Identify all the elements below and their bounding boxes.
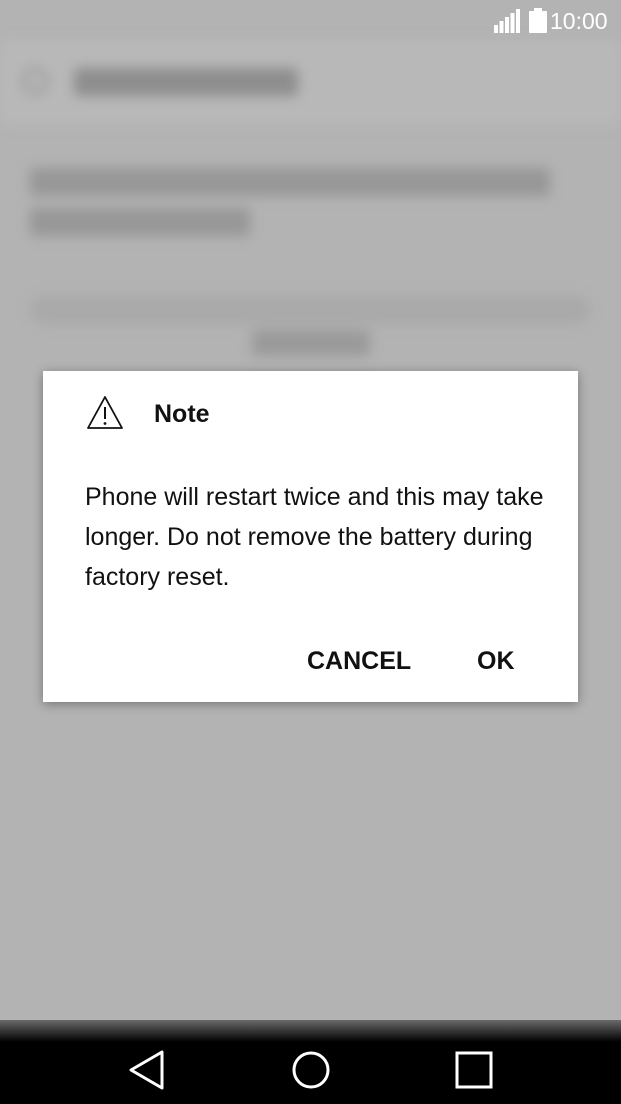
ok-button[interactable]: OK bbox=[477, 641, 515, 681]
dialog-message: Phone will restart twice and this may ta… bbox=[85, 483, 544, 591]
back-icon[interactable] bbox=[126, 1048, 170, 1092]
status-time: 10:00 bbox=[550, 8, 608, 34]
cancel-button[interactable]: CANCEL bbox=[307, 641, 411, 681]
warning-icon bbox=[87, 396, 123, 429]
blurred-title bbox=[74, 68, 298, 96]
signal-icon bbox=[494, 9, 520, 33]
blurred-button bbox=[252, 330, 370, 356]
navigation-bar bbox=[0, 1020, 621, 1104]
blurred-back-icon bbox=[22, 68, 48, 94]
battery-icon bbox=[529, 8, 547, 33]
dialog-title: Note bbox=[154, 400, 210, 428]
dialog-actions: CANCEL OK bbox=[43, 641, 578, 681]
blurred-text-line bbox=[30, 208, 250, 236]
recent-apps-icon[interactable] bbox=[452, 1048, 496, 1092]
note-dialog: Note Phone will restart twice and this m… bbox=[43, 371, 578, 702]
blurred-divider bbox=[30, 296, 590, 324]
blurred-text-line bbox=[30, 168, 550, 196]
status-bar: 10:00 bbox=[0, 0, 621, 40]
home-icon[interactable] bbox=[289, 1048, 333, 1092]
